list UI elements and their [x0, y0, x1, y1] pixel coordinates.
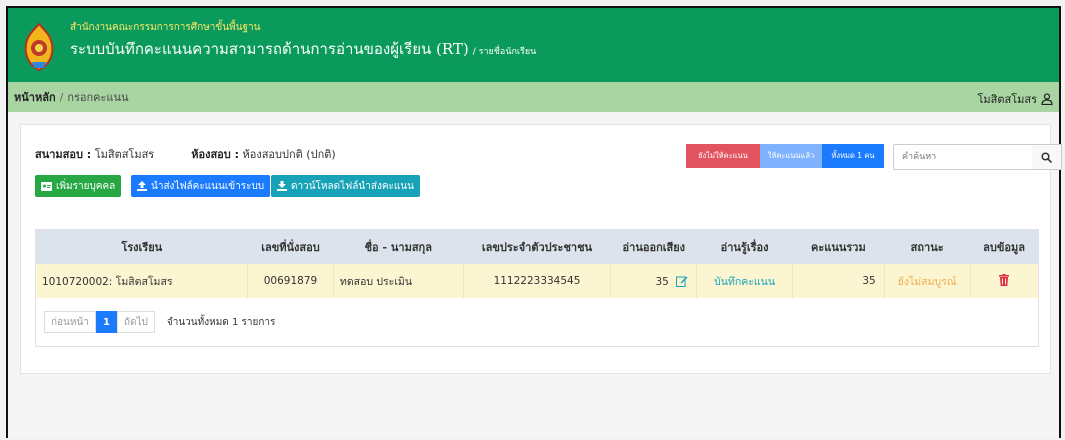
col-comprehension: อ่านรู้เรื่อง [696, 230, 793, 264]
edit-icon[interactable] [676, 275, 688, 287]
score-panel: สนามสอบ : โมสิตสโมสร ห้องสอบ : ห้องสอบปก… [20, 124, 1062, 374]
next-page-button[interactable]: ถัดไป [116, 311, 155, 333]
cell-name: ทดสอบ ประเมิน [333, 264, 464, 298]
download-icon [277, 181, 287, 191]
col-oral: อ่านออกเสียง [610, 230, 697, 264]
venue-label: สนามสอบ : [35, 148, 92, 161]
system-title-text: ระบบบันทึกคะแนนความสามารถด้านการอ่านของผ… [70, 40, 469, 58]
cell-citizen-id: 1112223334545 [463, 264, 612, 298]
col-delete: ลบข้อมูล [970, 230, 1038, 264]
system-title: ระบบบันทึกคะแนนความสามารถด้านการอ่านของผ… [70, 37, 536, 61]
search-button[interactable] [1032, 144, 1062, 170]
col-total: คะแนนรวม [792, 230, 885, 264]
download-file-button[interactable]: ดาวน์โหลดไฟล์นำส่งคะแนน [271, 175, 420, 197]
user-menu[interactable]: โมสิตสโมสร [977, 90, 1053, 108]
add-individual-label: เพิ่มรายบุคคล [56, 180, 116, 192]
cell-delete [970, 264, 1038, 298]
prev-page-button[interactable]: ก่อนหน้า [44, 311, 96, 333]
cell-comprehension: บันทึกคะแนน [696, 264, 793, 298]
page-1-button[interactable]: 1 [95, 311, 117, 333]
breadcrumb-separator: / [59, 90, 64, 104]
download-file-label: ดาวน์โหลดไฟล์นำส่งคะแนน [291, 180, 414, 192]
user-name: โมสิตสโมสร [977, 93, 1037, 106]
id-card-icon [41, 181, 52, 191]
cell-total: 35 [792, 264, 885, 298]
cell-status: ยังไม่สมบูรณ์ [884, 264, 971, 298]
system-subtitle: / รายชื่อนักเรียน [472, 47, 537, 57]
col-name: ชื่อ - นามสกุล [333, 230, 464, 264]
app-header: สำนักงานคณะกรรมการการศึกษาขั้นพื้นฐาน ระ… [8, 8, 1059, 82]
app-window: สำนักงานคณะกรรมการการศึกษาขั้นพื้นฐาน ระ… [6, 6, 1062, 438]
record-score-link[interactable]: บันทึกคะแนน [714, 276, 775, 288]
cell-seat: 00691879 [247, 264, 334, 298]
exam-info: สนามสอบ : โมสิตสโมสร ห้องสอบ : ห้องสอบปก… [35, 145, 336, 163]
upload-score-label: นำส่งไฟล์คะแนนเข้าระบบ [151, 180, 265, 192]
col-seat: เลขที่นั่งสอบ [247, 230, 334, 264]
col-citizen-id: เลขประจำตัวประชาชน [463, 230, 611, 264]
col-status: สถานะ [884, 230, 971, 264]
venue-value: โมสิตสโมสร [94, 148, 155, 161]
breadcrumb-home[interactable]: หน้าหลัก [14, 88, 56, 106]
filter-not-scored[interactable]: ยังไม่ให้คะแนน [686, 144, 760, 168]
search-icon [1041, 151, 1052, 163]
total-count: จำนวนทั้งหมด 1 รายการ [166, 316, 276, 328]
add-individual-button[interactable]: เพิ่มรายบุคคล [35, 175, 122, 197]
cell-oral: 35 [610, 264, 698, 298]
breadcrumb-current: กรอกคะแนน [67, 91, 129, 104]
upload-score-button[interactable]: นำส่งไฟล์คะแนนเข้าระบบ [131, 175, 271, 197]
table-header-row: โรงเรียน เลขที่นั่งสอบ ชื่อ - นามสกุล เล… [36, 230, 1038, 264]
upload-icon [137, 181, 147, 191]
oral-score: 35 [655, 275, 669, 288]
org-name: สำนักงานคณะกรรมการการศึกษาขั้นพื้นฐาน [70, 22, 261, 33]
score-table-container: โรงเรียน เลขที่นั่งสอบ ชื่อ - นามสกุล เล… [35, 229, 1039, 347]
col-school: โรงเรียน [36, 230, 248, 264]
breadcrumb: หน้าหลัก / กรอกคะแนน โมสิตสโมสร [8, 82, 1059, 112]
filter-scored[interactable]: ให้คะแนนแล้ว [760, 144, 822, 168]
room-label: ห้องสอบ : [191, 148, 239, 161]
room-value: ห้องสอบปกติ (ปกติ) [242, 148, 336, 161]
score-table: โรงเรียน เลขที่นั่งสอบ ชื่อ - นามสกุล เล… [36, 230, 1038, 298]
pagination: ก่อนหน้า 1 ถัดไป จำนวนทั้งหมด 1 รายการ [44, 311, 275, 333]
trash-icon[interactable] [999, 273, 1010, 286]
user-icon [1041, 93, 1053, 105]
filter-all[interactable]: ทั้งหมด 1 คน [822, 144, 884, 168]
cell-school: 1010720002: โมสิตสโมสร [36, 264, 249, 298]
table-row: 1010720002: โมสิตสโมสร 00691879 ทดสอบ ปร… [36, 264, 1038, 298]
status-badge: ยังไม่สมบูรณ์ [897, 275, 957, 288]
search-input[interactable] [893, 144, 1033, 170]
emblem-logo [24, 22, 54, 72]
